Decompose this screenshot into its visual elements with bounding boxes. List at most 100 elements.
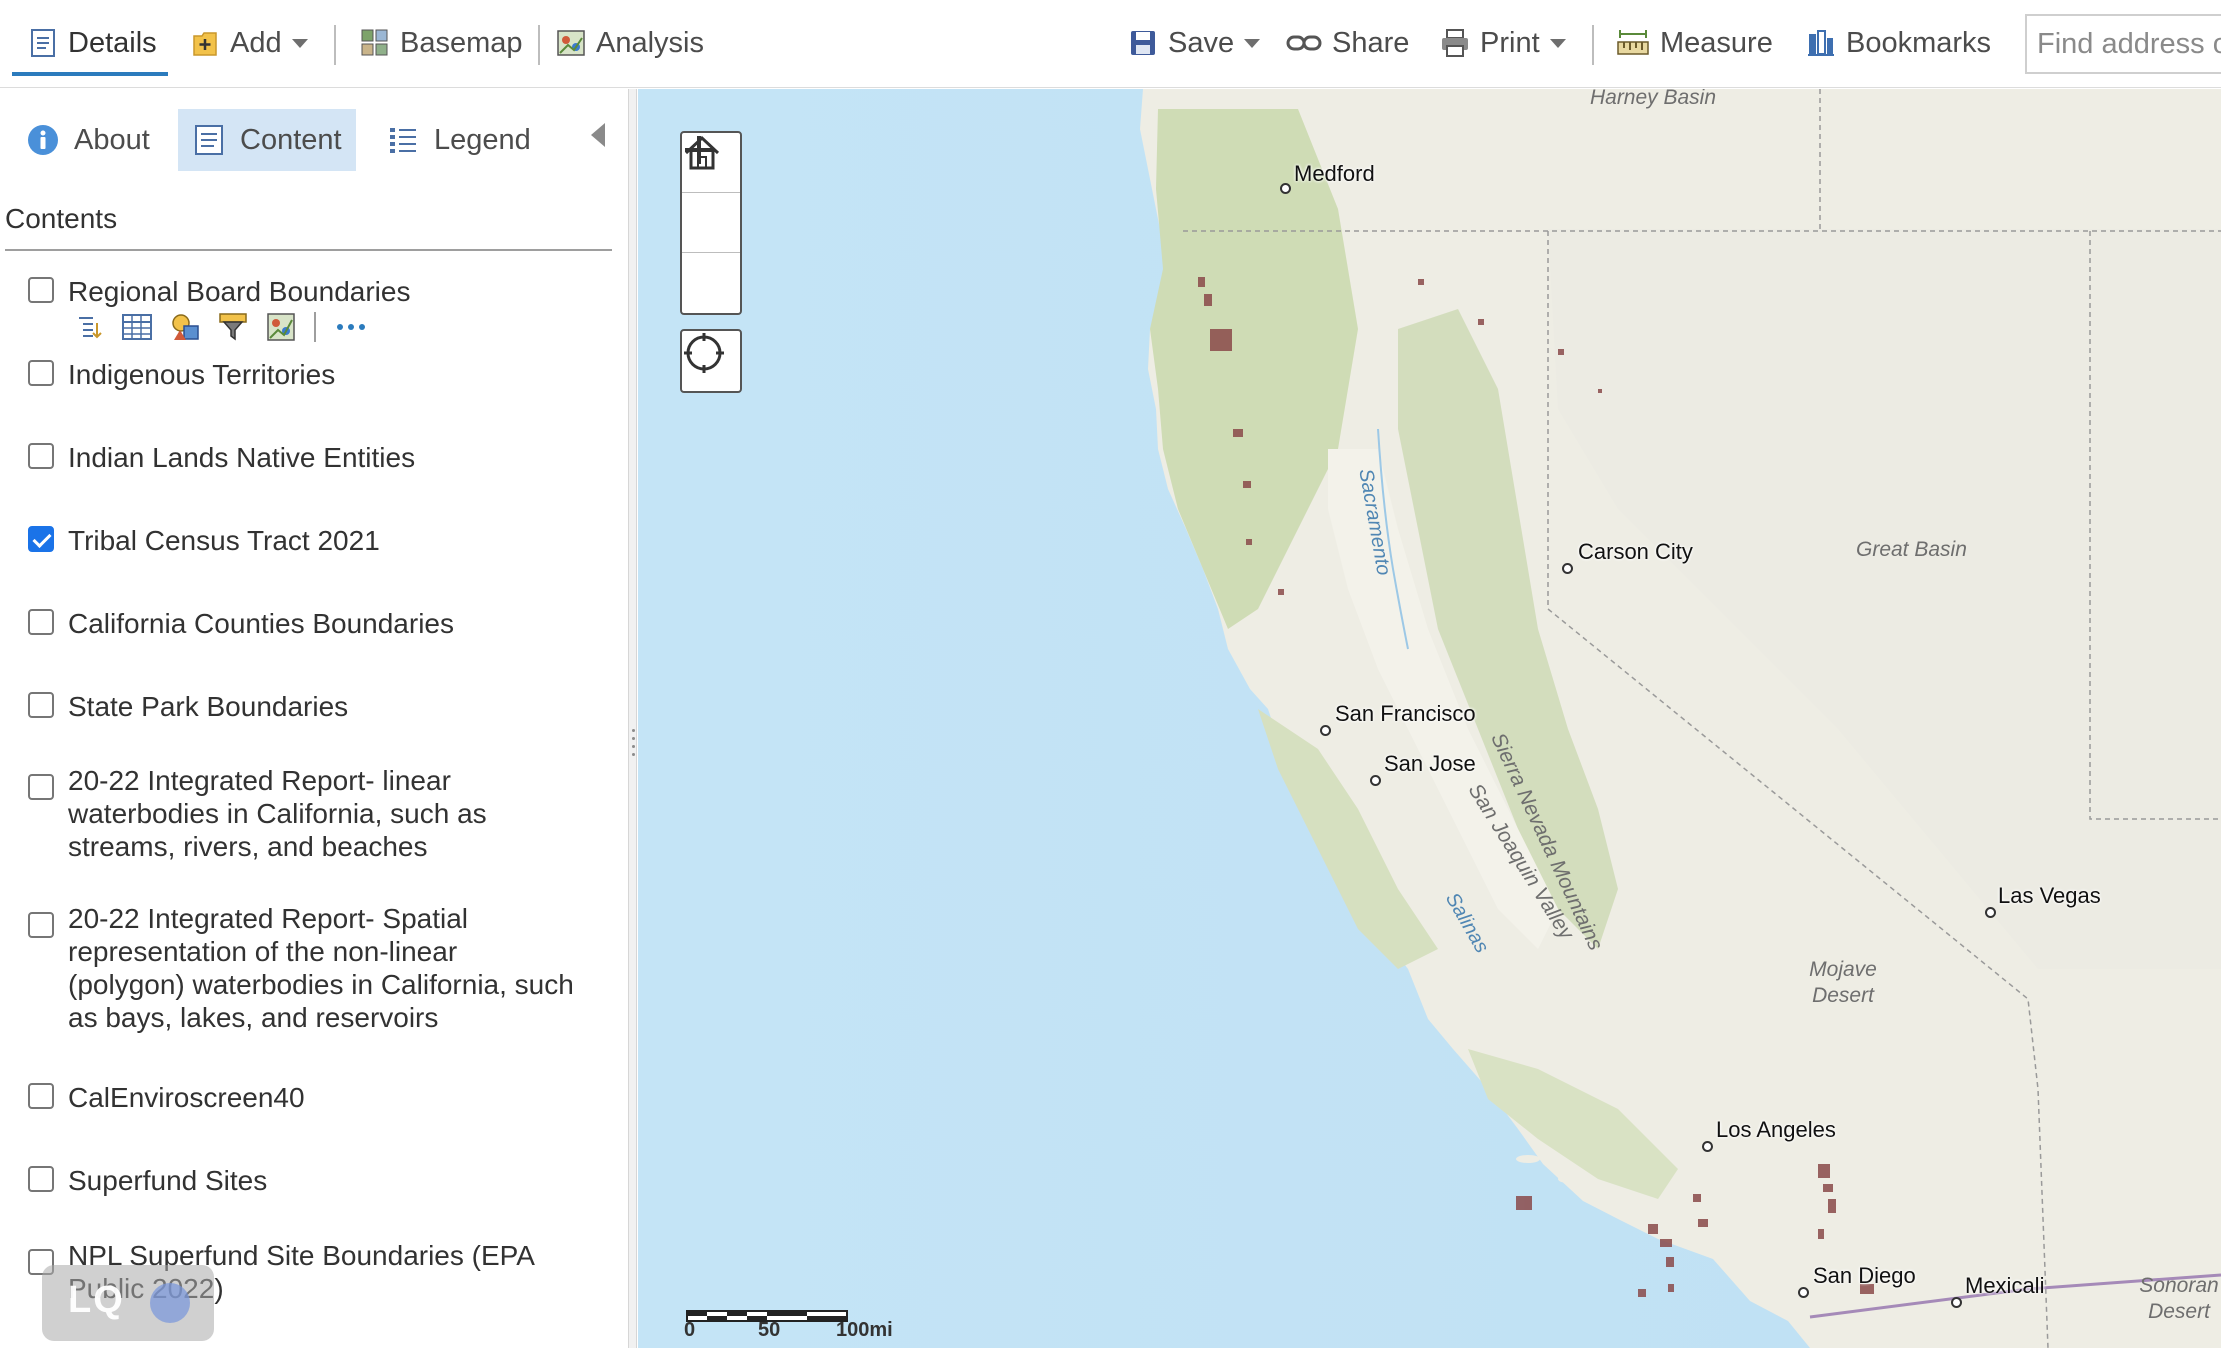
contents-divider <box>5 249 612 251</box>
region-label-mojave: Mojave Desert <box>1809 958 1877 1007</box>
layer-visibility-checkbox[interactable] <box>28 277 54 303</box>
toolbar-divider <box>1592 25 1594 65</box>
region-label-sonoran: Sonoran Desert <box>2139 1274 2219 1323</box>
grip-dot <box>632 745 635 748</box>
print-label: Print <box>1480 26 1540 59</box>
grip-dot <box>632 753 635 756</box>
top-toolbar: Details Add Basemap Analysis Save Share <box>0 0 2221 88</box>
content-list-icon <box>192 123 226 157</box>
watermark-text: LQ <box>68 1279 125 1321</box>
tab-content[interactable]: Content <box>178 109 356 171</box>
tab-legend[interactable]: Legend <box>372 109 545 171</box>
layer-label: Tribal Census Tract 2021 <box>68 525 380 556</box>
layer-properties-icon[interactable] <box>74 312 104 342</box>
layer-visibility-checkbox[interactable] <box>28 692 54 718</box>
measure-ruler-icon <box>1616 28 1650 58</box>
layer-label: Indian Lands Native Entities <box>68 442 416 473</box>
zoom-out-button[interactable] <box>682 148 740 313</box>
info-icon <box>26 123 60 157</box>
layer-label: 20-22 Integrated Report- linear waterbod… <box>68 765 487 862</box>
city-label: Las Vegas <box>1998 883 2101 908</box>
layer-label: Regional Board Boundaries <box>68 276 411 307</box>
layer-visibility-checkbox[interactable] <box>28 609 54 635</box>
layer-visibility-checkbox[interactable] <box>28 526 54 552</box>
city-label: Medford <box>1294 161 1375 186</box>
tab-legend-label: Legend <box>434 123 531 156</box>
share-button[interactable]: Share <box>1286 18 1409 68</box>
search-input[interactable]: Find address o <box>2025 14 2221 74</box>
collapse-panel-icon[interactable] <box>591 123 605 147</box>
tab-content-label: Content <box>240 123 342 156</box>
city-marker <box>1798 1287 1809 1298</box>
analysis-label: Analysis <box>596 26 704 59</box>
panel-resize-handle[interactable] <box>628 89 637 1348</box>
tab-about[interactable]: About <box>12 109 164 171</box>
toolbar-divider <box>334 25 336 65</box>
basemap-grid-icon <box>360 28 390 58</box>
details-label: Details <box>68 26 157 59</box>
search-placeholder: Find address o <box>2037 27 2221 60</box>
attribute-table-icon[interactable] <box>122 312 152 342</box>
layer-label: Superfund Sites <box>68 1165 268 1196</box>
share-link-icon <box>1286 28 1322 58</box>
scale-label: 50 <box>758 1319 781 1341</box>
layer-label: Indigenous Territories <box>68 359 336 390</box>
bookmarks-button[interactable]: Bookmarks <box>1806 18 1991 68</box>
watermark-logo-icon <box>150 1283 190 1323</box>
grip-dot <box>632 729 635 732</box>
basemap-button[interactable]: Basemap <box>360 18 523 68</box>
city-marker <box>1985 907 1996 918</box>
toolbar-divider <box>314 312 316 342</box>
details-button[interactable]: Details <box>28 18 157 68</box>
filter-icon[interactable] <box>218 312 248 342</box>
layer-label: California Counties Boundaries <box>68 608 454 639</box>
details-icon <box>28 28 58 58</box>
city-marker <box>1280 183 1291 194</box>
layer-label: State Park Boundaries <box>68 691 349 722</box>
layer-label: CalEnviroscreen40 <box>68 1082 305 1113</box>
minus-icon <box>685 148 713 152</box>
layer-visibility-checkbox[interactable] <box>28 1166 54 1192</box>
layer-toolbar <box>74 309 384 345</box>
scale-label: 100mi <box>836 1319 893 1341</box>
print-icon <box>1440 28 1470 58</box>
city-label: San Francisco <box>1335 701 1476 726</box>
locate-control <box>680 329 742 393</box>
chevron-down-icon <box>291 38 308 48</box>
locate-button[interactable] <box>682 331 740 391</box>
legend-list-icon <box>386 123 420 157</box>
city-label: San Jose <box>1384 751 1476 776</box>
city-marker <box>1562 563 1573 574</box>
bookmarks-icon <box>1806 28 1836 58</box>
analysis-icon <box>556 28 586 58</box>
city-label: San Diego <box>1813 1263 1916 1288</box>
layer-label: 20-22 Integrated Report- Spatial represe… <box>68 903 574 1033</box>
layer-visibility-checkbox[interactable] <box>28 360 54 386</box>
add-button[interactable]: Add <box>190 18 308 68</box>
chevron-down-icon <box>1549 38 1566 48</box>
city-marker <box>1370 775 1381 786</box>
map-view[interactable]: Medford Carson City San Francisco San Jo… <box>638 89 2221 1348</box>
layer-visibility-checkbox[interactable] <box>28 1083 54 1109</box>
print-button[interactable]: Print <box>1440 18 1566 68</box>
watermark-badge: LQ <box>42 1265 214 1341</box>
layer-visibility-checkbox[interactable] <box>28 443 54 469</box>
side-panel: About Content Legend Contents Regional B… <box>0 89 628 1348</box>
share-label: Share <box>1332 26 1410 59</box>
perform-analysis-icon[interactable] <box>266 312 296 342</box>
change-style-icon[interactable] <box>170 312 200 342</box>
layer-visibility-checkbox[interactable] <box>28 774 54 800</box>
grip-dot <box>632 737 635 740</box>
measure-button[interactable]: Measure <box>1616 18 1773 68</box>
save-button[interactable]: Save <box>1128 18 1261 68</box>
add-icon <box>190 28 220 58</box>
save-label: Save <box>1168 26 1235 59</box>
city-marker <box>1951 1297 1962 1308</box>
default-extent-button[interactable] <box>682 135 740 253</box>
channel-island <box>1558 1175 1578 1183</box>
layer-visibility-checkbox[interactable] <box>28 912 54 938</box>
measure-label: Measure <box>1660 26 1773 59</box>
analysis-button[interactable]: Analysis <box>556 18 704 68</box>
more-options-icon[interactable] <box>336 312 366 342</box>
city-label: Carson City <box>1578 539 1693 564</box>
